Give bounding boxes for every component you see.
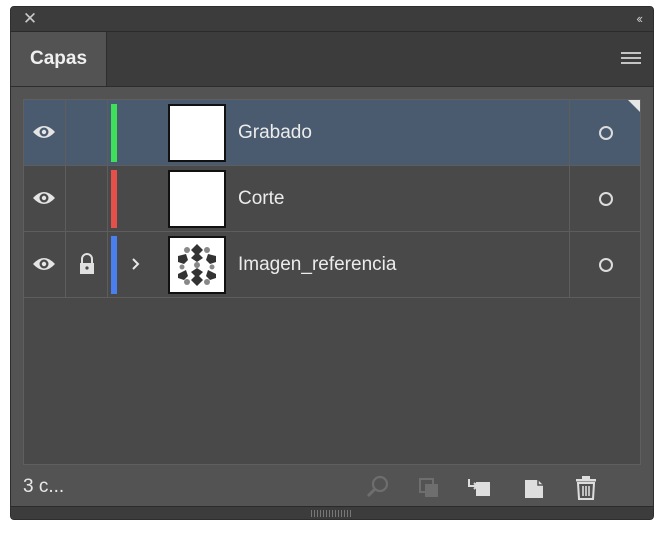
lock-toggle[interactable] — [66, 100, 108, 165]
expand-toggle — [122, 100, 162, 165]
hamburger-menu-icon[interactable] — [621, 52, 641, 66]
eye-icon — [33, 126, 55, 138]
layer-name[interactable]: Grabado — [238, 100, 312, 165]
layer-row-grabado[interactable]: Grabado — [24, 100, 640, 166]
layer-color-bar — [111, 236, 117, 294]
layer-color-bar — [111, 170, 117, 228]
eye-icon — [33, 258, 55, 270]
target-circle-icon — [599, 126, 613, 140]
layer-row-imagen-referencia[interactable]: Imagen_referencia — [24, 232, 640, 298]
close-icon[interactable]: ✕ — [21, 10, 39, 28]
trash-icon[interactable] — [572, 473, 600, 501]
expand-toggle[interactable] — [122, 232, 162, 297]
pattern-thumbnail-icon — [178, 244, 216, 286]
grip-lines-icon — [311, 510, 351, 517]
lock-toggle[interactable] — [66, 166, 108, 231]
layers-panel: ✕ ‹‹ Capas Grabado Corte Imagen_referenc… — [10, 6, 654, 520]
make-clipping-mask-icon[interactable] — [466, 473, 494, 501]
search-icon[interactable] — [364, 473, 392, 501]
layer-row-corte[interactable]: Corte — [24, 166, 640, 232]
target-circle-icon — [599, 192, 613, 206]
resize-grip[interactable] — [11, 506, 653, 519]
double-chevron-left-icon[interactable]: ‹‹ — [636, 10, 643, 28]
eye-icon — [33, 192, 55, 204]
layer-count-label: 3 c... — [23, 476, 65, 497]
panel-footer: 3 c... — [11, 467, 653, 507]
new-layer-icon[interactable] — [521, 473, 549, 501]
visibility-toggle[interactable] — [24, 100, 66, 165]
lock-toggle[interactable] — [66, 232, 108, 297]
visibility-toggle[interactable] — [24, 166, 66, 231]
visibility-toggle[interactable] — [24, 232, 66, 297]
lock-icon — [80, 253, 94, 274]
tab-capas[interactable]: Capas — [11, 32, 107, 86]
expand-toggle — [122, 166, 162, 231]
layer-thumbnail — [168, 236, 226, 294]
selection-corner-icon — [628, 100, 640, 112]
layer-name[interactable]: Imagen_referencia — [238, 232, 396, 297]
layer-name[interactable]: Corte — [238, 166, 284, 231]
layers-list: Grabado Corte Imagen_referencia — [23, 99, 641, 465]
target-circle-icon — [599, 258, 613, 272]
collect-for-export-icon[interactable] — [415, 473, 443, 501]
layer-thumbnail — [168, 104, 226, 162]
target-toggle[interactable] — [569, 166, 640, 231]
layer-thumbnail — [168, 170, 226, 228]
tab-bar: Capas — [11, 32, 653, 87]
chevron-right-icon — [132, 258, 140, 270]
panel-titlebar: ✕ ‹‹ — [11, 7, 653, 32]
layer-color-bar — [111, 104, 117, 162]
target-toggle[interactable] — [569, 232, 640, 297]
